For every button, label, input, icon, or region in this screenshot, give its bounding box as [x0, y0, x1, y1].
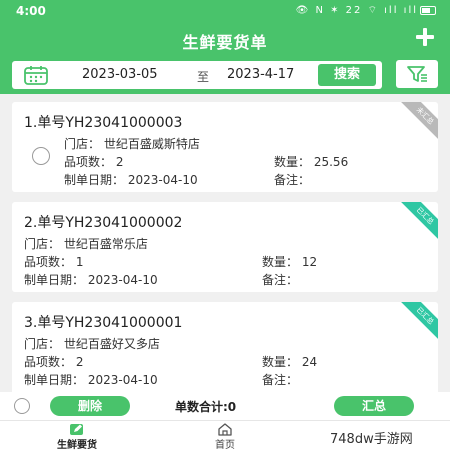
status-ribbon: 已汇总 — [399, 302, 438, 342]
order-list: 未汇总 1.单号YH23041000003 门店： 世纪百盛威斯特店 品项数： … — [0, 94, 450, 392]
status-bar: 4:00 👁 N ✶ 22 ⌔ ıll ıll — [0, 0, 450, 24]
note-label: 备注： — [274, 173, 311, 187]
order-title: 2.单号YH23041000002 — [24, 215, 183, 231]
store-label: 门店： — [64, 137, 101, 151]
items-row: 品项数： 1 — [24, 253, 83, 270]
filter-icon — [407, 66, 427, 82]
items-count: 2 — [115, 155, 124, 169]
tab-label: 生鲜要货 — [57, 440, 97, 450]
order-title: 1.单号YH23041000003 — [24, 115, 183, 131]
date-value: 2023-04-10 — [87, 373, 158, 387]
app-screen: 4:00 👁 N ✶ 22 ⌔ ıll ıll 生鲜要货单 2023-03-05… — [0, 0, 450, 450]
delete-button[interactable]: 删除 — [50, 396, 130, 416]
tab-label: 首页 — [215, 440, 235, 450]
tab-fresh-order[interactable]: 生鲜要货 — [17, 421, 137, 450]
date-row: 制单日期： 2023-04-10 — [24, 371, 158, 388]
tab-home[interactable]: 首页 — [165, 421, 285, 450]
status-icons-text: 👁 N ✶ 22 ⌔ ıll ıll — [295, 5, 418, 16]
store-row: 门店： 世纪百盛常乐店 — [24, 235, 148, 252]
items-count: 1 — [75, 255, 84, 269]
date-value: 2023-04-10 — [87, 273, 158, 287]
watermark-text: 748dw手游网 — [330, 432, 413, 447]
order-card[interactable]: 已汇总 3.单号YH23041000001 门店： 世纪百盛好又多店 品项数： … — [12, 302, 438, 392]
note-row: 备注： — [262, 271, 298, 288]
order-count: 单数合计:0 — [175, 400, 237, 414]
items-label: 品项数： — [24, 255, 73, 269]
items-row: 品项数： 2 — [64, 153, 123, 170]
summary-button[interactable]: 汇总 — [334, 396, 414, 416]
home-icon — [218, 423, 232, 436]
store-name: 世纪百盛好又多店 — [63, 337, 160, 351]
select-all-radio[interactable] — [14, 398, 30, 414]
note-row: 备注： — [274, 171, 310, 188]
status-ribbon: 未汇总 — [399, 102, 438, 142]
status-ribbon: 已汇总 — [399, 202, 438, 242]
qty-value: 12 — [301, 255, 318, 269]
date-label: 制单日期： — [64, 173, 125, 187]
date-label: 制单日期： — [24, 273, 85, 287]
calendar-icon[interactable] — [22, 65, 50, 85]
store-row: 门店： 世纪百盛好又多店 — [24, 335, 160, 352]
store-label: 门店： — [24, 237, 61, 251]
note-row: 备注： — [262, 371, 298, 388]
qty-label: 数量： — [274, 155, 311, 169]
date-value: 2023-04-10 — [127, 173, 198, 187]
qty-row: 数量： 12 — [262, 253, 317, 270]
store-name: 世纪百盛常乐店 — [63, 237, 148, 251]
plus-icon[interactable] — [414, 26, 436, 48]
search-button[interactable]: 搜索 — [318, 64, 376, 86]
qty-value: 24 — [301, 355, 318, 369]
battery-icon — [420, 5, 436, 15]
status-time: 4:00 — [16, 4, 46, 18]
qty-label: 数量： — [262, 255, 299, 269]
date-row: 制单日期： 2023-04-10 — [24, 271, 158, 288]
date-search-bar: 2023-03-05 至 2023-4-17 搜索 — [12, 61, 382, 89]
store-name: 世纪百盛威斯特店 — [103, 137, 200, 151]
qty-value: 25.56 — [313, 155, 349, 169]
note-label: 备注： — [262, 373, 299, 387]
start-date-field[interactable]: 2023-03-05 — [82, 67, 158, 82]
items-row: 品项数： 2 — [24, 353, 83, 370]
store-row: 门店： 世纪百盛威斯特店 — [64, 135, 200, 152]
items-label: 品项数： — [24, 355, 73, 369]
order-card[interactable]: 未汇总 1.单号YH23041000003 门店： 世纪百盛威斯特店 品项数： … — [12, 102, 438, 192]
date-separator: 至 — [197, 70, 210, 84]
order-card[interactable]: 已汇总 2.单号YH23041000002 门店： 世纪百盛常乐店 品项数： 1… — [12, 202, 438, 292]
action-bar: 删除 单数合计:0 汇总 — [0, 392, 450, 420]
qty-row: 数量： 25.56 — [274, 153, 348, 170]
items-label: 品项数： — [64, 155, 113, 169]
filter-button[interactable] — [396, 60, 438, 88]
date-label: 制单日期： — [24, 373, 85, 387]
status-icons: 👁 N ✶ 22 ⌔ ıll ıll — [296, 4, 436, 17]
items-count: 2 — [75, 355, 84, 369]
header: 4:00 👁 N ✶ 22 ⌔ ıll ıll 生鲜要货单 2023-03-05… — [0, 0, 450, 94]
page-title: 生鲜要货单 — [182, 33, 268, 52]
qty-row: 数量： 24 — [262, 353, 317, 370]
qty-label: 数量： — [262, 355, 299, 369]
order-title: 3.单号YH23041000001 — [24, 315, 183, 331]
edit-icon — [70, 424, 83, 435]
note-label: 备注： — [262, 273, 299, 287]
order-select-radio[interactable] — [32, 147, 50, 165]
store-label: 门店： — [24, 337, 61, 351]
date-row: 制单日期： 2023-04-10 — [64, 171, 198, 188]
end-date-field[interactable]: 2023-4-17 — [227, 67, 294, 82]
